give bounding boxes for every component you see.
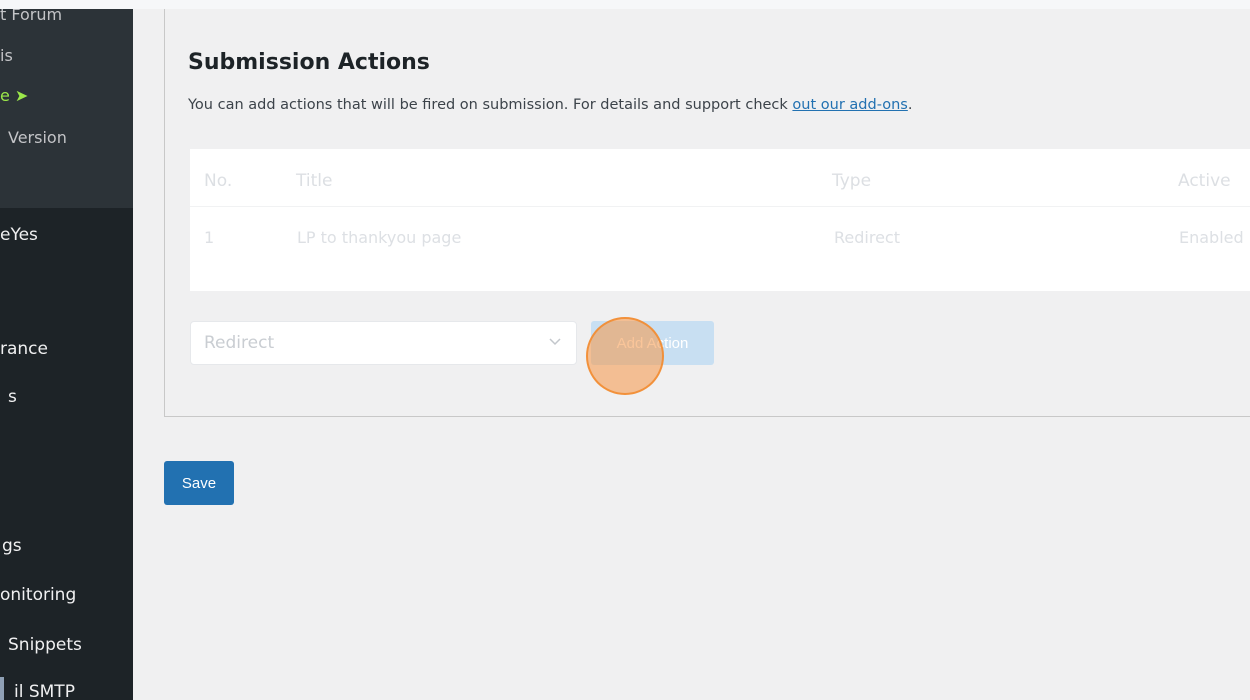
save-button[interactable]: Save	[164, 461, 234, 505]
top-strip	[0, 0, 1250, 9]
cell-title: LP to thankyou page	[297, 228, 462, 247]
cell-type: Redirect	[834, 228, 900, 247]
section-description: You can add actions that will be fired o…	[188, 97, 913, 113]
section-title: Submission Actions	[188, 50, 430, 75]
sidebar-submenu: t Forum is e ➤ Version	[0, 9, 133, 208]
header-divider	[190, 206, 1250, 207]
column-header-type: Type	[832, 171, 872, 191]
sidebar-item-eyes[interactable]: eYes	[0, 225, 38, 245]
admin-sidebar: t Forum is e ➤ Version eYes rance s gs o…	[0, 9, 133, 700]
submenu-item-forum[interactable]: t Forum	[0, 9, 62, 24]
cell-no: 1	[204, 228, 215, 247]
column-header-active: Active	[1178, 171, 1231, 191]
add-action-button[interactable]: Add Action	[591, 321, 714, 365]
cell-active: Enabled	[1179, 228, 1244, 247]
sidebar-item-settings[interactable]: gs	[2, 536, 22, 556]
screen: t Forum is e ➤ Version eYes rance s gs o…	[0, 0, 1250, 700]
menu-icon	[0, 677, 4, 700]
submenu-item-upgrade[interactable]: e ➤	[0, 86, 28, 105]
addons-link[interactable]: out our add-ons	[792, 97, 907, 113]
submenu-item-version[interactable]: Version	[8, 128, 67, 147]
chevron-down-icon	[549, 338, 561, 346]
actions-table: No. Title Type Active 1 LP to thankyou p…	[190, 149, 1250, 291]
sidebar-item-plugins[interactable]: s	[8, 387, 17, 407]
sidebar-item-monitoring[interactable]: onitoring	[0, 585, 76, 605]
sidebar-item-snippets[interactable]: Snippets	[8, 635, 82, 655]
submenu-item-2[interactable]: is	[0, 46, 13, 65]
sidebar-item-smtp[interactable]: il SMTP	[14, 682, 75, 700]
column-header-no: No.	[204, 171, 233, 191]
column-header-title: Title	[296, 171, 333, 191]
action-type-select[interactable]: Redirect	[190, 321, 577, 365]
sidebar-item-appearance[interactable]: rance	[0, 339, 48, 359]
select-value: Redirect	[204, 333, 275, 353]
